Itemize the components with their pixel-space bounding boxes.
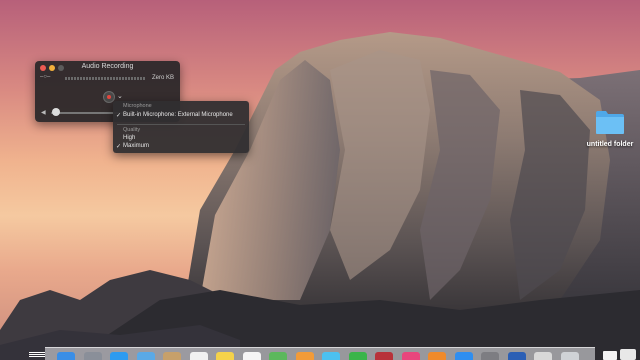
volume-slider-knob[interactable]: [52, 108, 60, 116]
finder-icon[interactable]: [57, 352, 75, 360]
checkmark-icon: ✓: [116, 113, 122, 119]
checkmark-icon: ✓: [116, 144, 122, 150]
menu-header-microphone: Microphone: [123, 103, 152, 109]
menu-item-quality-high[interactable]: High: [123, 135, 135, 141]
app-store-icon[interactable]: [454, 352, 473, 360]
maps-icon[interactable]: [269, 352, 287, 360]
file-size-label: Zero KB: [151, 75, 174, 81]
messages-icon[interactable]: [322, 352, 340, 360]
reminders-icon[interactable]: [242, 352, 261, 360]
trash-icon[interactable]: [560, 352, 579, 360]
contacts-icon[interactable]: [163, 352, 181, 360]
recording-options-menu: Microphone ✓ Built-in Microphone: Extern…: [113, 101, 249, 153]
calendar-icon[interactable]: [189, 352, 208, 360]
desktop: [0, 0, 640, 360]
dock-separator: [29, 352, 45, 360]
volume-icon: ◀: [41, 110, 46, 116]
menu-header-quality: Quality: [123, 127, 141, 133]
level-indicator-icon: –○–: [40, 74, 51, 80]
folder-icon: [596, 111, 624, 134]
dock: [45, 347, 595, 360]
menu-item-microphone[interactable]: Built-in Microphone: External Microphone: [123, 112, 233, 118]
ibooks-icon[interactable]: [428, 352, 446, 360]
downloads-stack-icon[interactable]: [620, 349, 636, 360]
window-title: Audio Recording: [81, 63, 134, 70]
launchpad-icon[interactable]: [83, 352, 102, 360]
document-icon[interactable]: [603, 351, 617, 360]
yosemite-wallpaper: [0, 32, 640, 360]
mail-icon[interactable]: [136, 352, 155, 360]
notes-icon[interactable]: [216, 352, 234, 360]
itunes-icon[interactable]: [401, 352, 420, 360]
quicktime-icon[interactable]: [507, 352, 526, 360]
facetime-icon[interactable]: [348, 352, 367, 360]
safari-icon[interactable]: [110, 352, 128, 360]
photos-icon[interactable]: [295, 352, 314, 360]
folder-label: untitled folder: [586, 141, 634, 148]
preview-icon[interactable]: [534, 352, 552, 360]
photo-booth-icon[interactable]: [375, 352, 393, 360]
menu-divider: [117, 124, 245, 125]
system-preferences-icon[interactable]: [481, 352, 499, 360]
menu-item-quality-maximum[interactable]: Maximum: [123, 143, 149, 149]
level-meter: [65, 77, 145, 80]
